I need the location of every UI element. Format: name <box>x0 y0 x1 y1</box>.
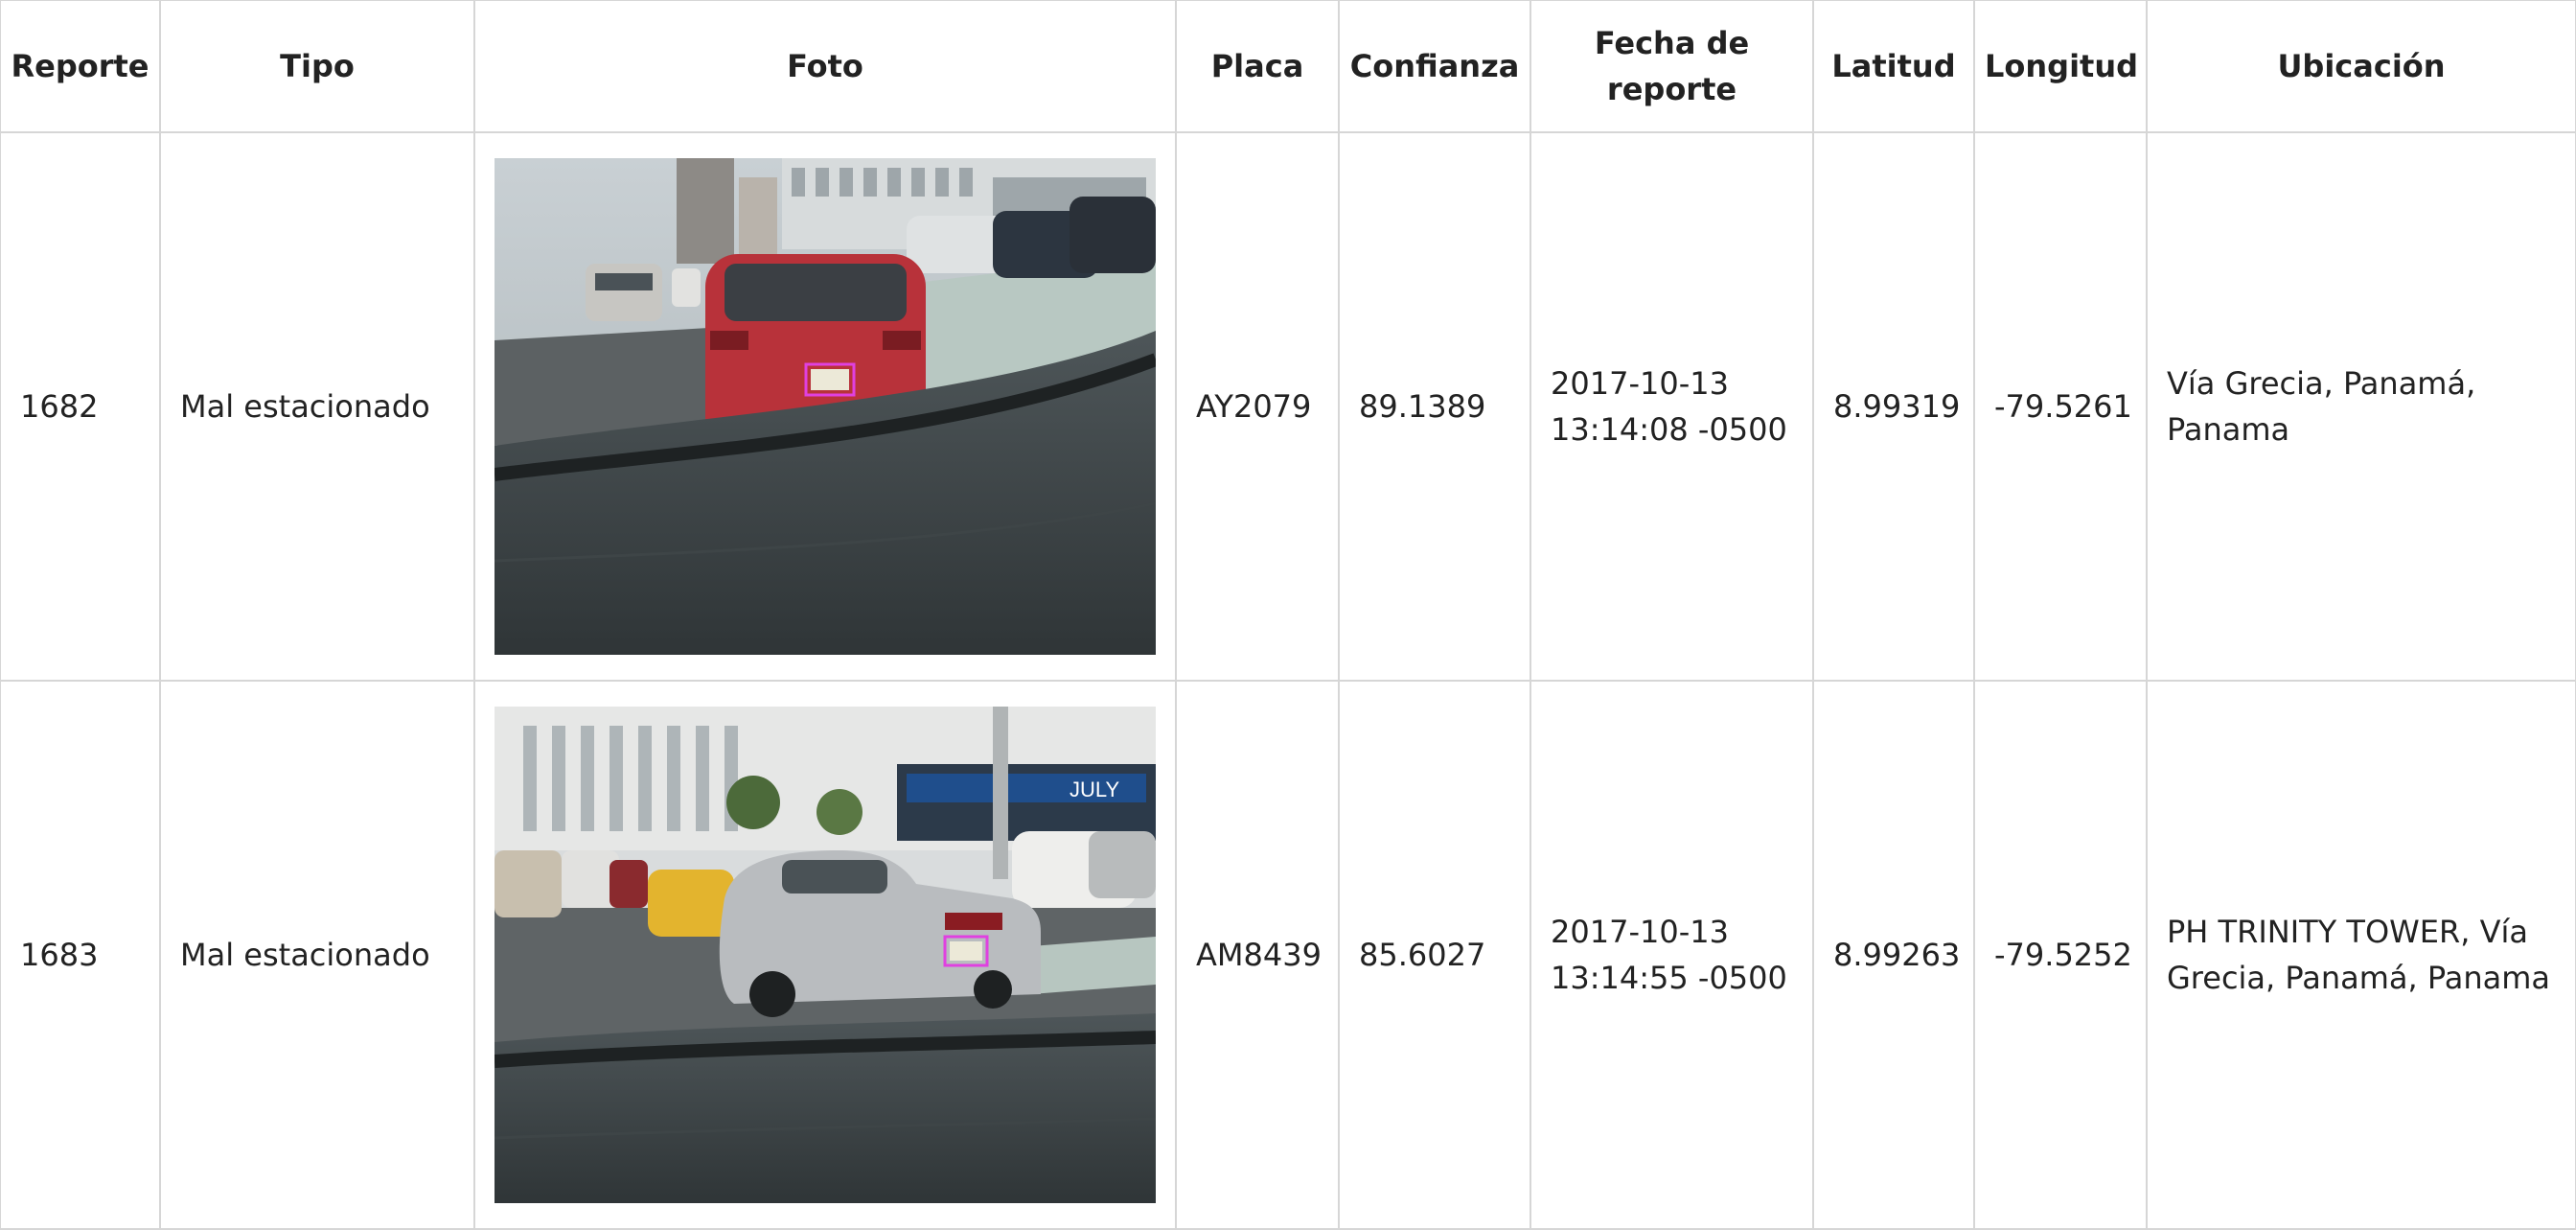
reports-table: Reporte Tipo Foto Placa Confianza Fecha … <box>0 0 2576 1230</box>
photo-red-suv <box>494 158 1156 655</box>
table-row: 1683 Mal estacionado JULY AM8439 85.6027… <box>0 680 2576 1230</box>
header-tipo: Tipo <box>159 0 475 133</box>
report-photo[interactable]: JULY <box>494 707 1156 1203</box>
header-fecha-line1: Fecha de <box>1594 25 1750 61</box>
header-placa: Placa <box>1175 0 1340 133</box>
cell-fecha: 2017-10-13 13:14:55 -0500 <box>1530 680 1814 1230</box>
cell-fecha-time: 13:14:55 -0500 <box>1551 960 1787 996</box>
header-longitud: Longitud <box>1973 0 2148 133</box>
cell-tipo: Mal estacionado <box>159 680 475 1230</box>
cell-ubicacion: Vía Grecia, Panamá, Panama <box>2146 131 2576 682</box>
cell-longitud: -79.5252 <box>1973 680 2148 1230</box>
header-foto: Foto <box>473 0 1177 133</box>
cell-fecha-date: 2017-10-13 <box>1551 365 1729 402</box>
cell-latitud: 8.99319 <box>1812 131 1975 682</box>
cell-fecha-time: 13:14:08 -0500 <box>1551 411 1787 448</box>
cell-confianza: 89.1389 <box>1338 131 1531 682</box>
cell-tipo: Mal estacionado <box>159 131 475 682</box>
table-row: 1682 Mal estacionado AY2079 89.1389 2017… <box>0 131 2576 682</box>
cell-foto <box>473 131 1177 682</box>
cell-placa: AY2079 <box>1175 131 1340 682</box>
report-photo[interactable] <box>494 158 1156 655</box>
cell-fecha-date: 2017-10-13 <box>1551 914 1729 950</box>
cell-foto: JULY <box>473 680 1177 1230</box>
cell-fecha: 2017-10-13 13:14:08 -0500 <box>1530 131 1814 682</box>
cell-confianza: 85.6027 <box>1338 680 1531 1230</box>
photo-silver-sedan: JULY <box>494 707 1156 1203</box>
cell-reporte: 1683 <box>0 680 161 1230</box>
cell-latitud: 8.99263 <box>1812 680 1975 1230</box>
svg-text:JULY: JULY <box>1070 777 1119 801</box>
header-reporte: Reporte <box>0 0 161 133</box>
header-latitud: Latitud <box>1812 0 1975 133</box>
header-fecha: Fecha de reporte <box>1530 0 1814 133</box>
header-fecha-line2: reporte <box>1606 71 1737 107</box>
cell-ubicacion: PH TRINITY TOWER, Vía Grecia, Panamá, Pa… <box>2146 680 2576 1230</box>
cell-reporte: 1682 <box>0 131 161 682</box>
cell-placa: AM8439 <box>1175 680 1340 1230</box>
header-row: Reporte Tipo Foto Placa Confianza Fecha … <box>0 0 2576 133</box>
header-confianza: Confianza <box>1338 0 1531 133</box>
cell-longitud: -79.5261 <box>1973 131 2148 682</box>
header-ubicacion: Ubicación <box>2146 0 2576 133</box>
